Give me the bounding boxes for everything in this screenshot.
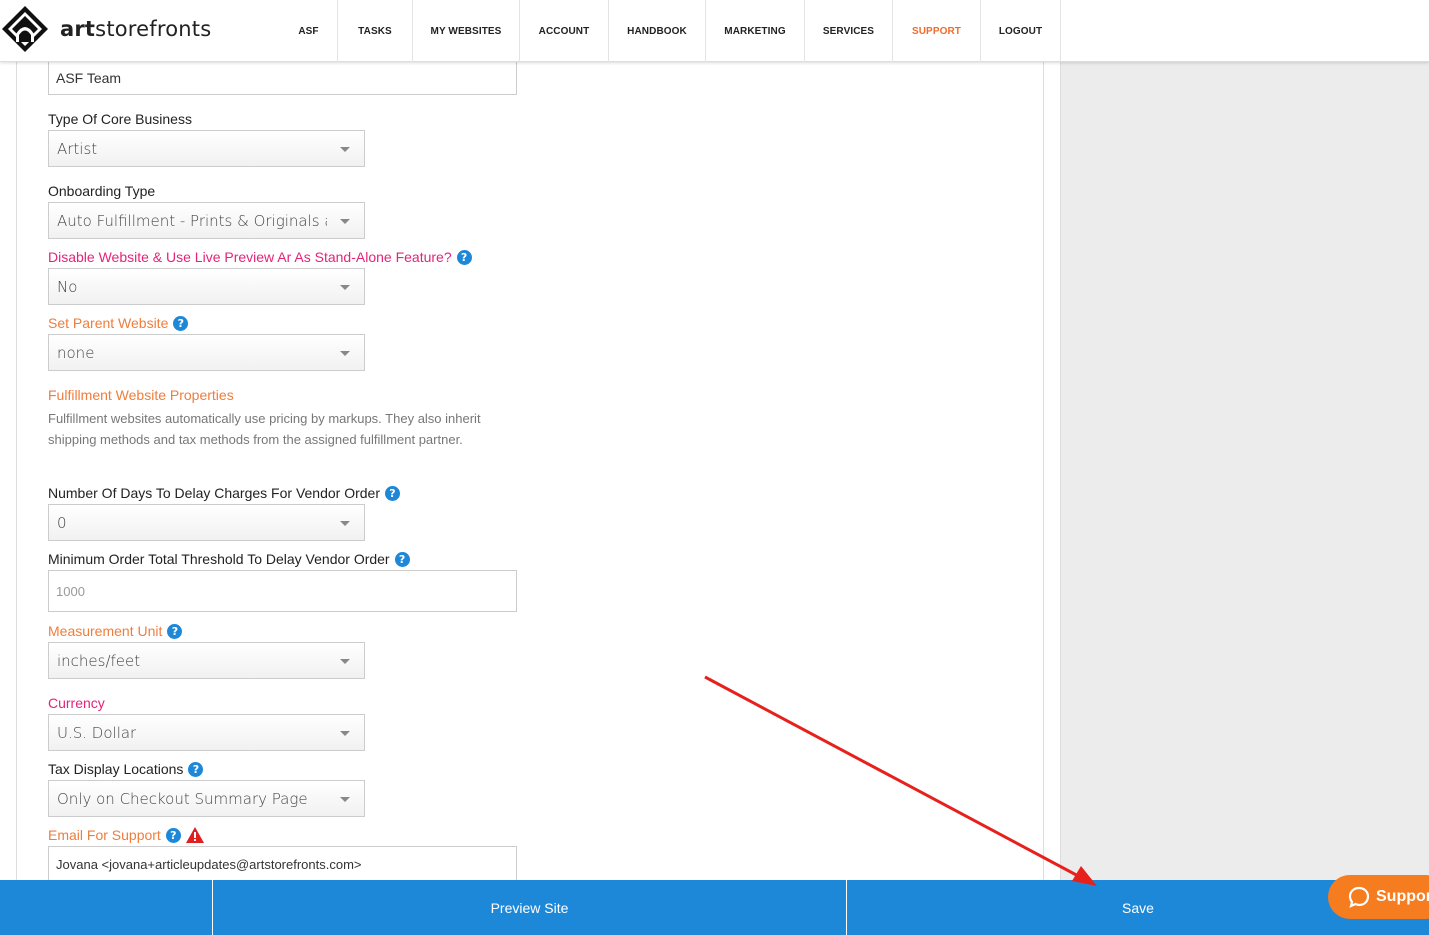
bottom-action-bar: Preview Site Save <box>0 880 1429 935</box>
core-business-label: Type Of Core Business <box>48 111 192 127</box>
fulfillment-properties-heading: Fulfillment Website Properties <box>48 387 234 403</box>
help-icon[interactable]: ? <box>165 827 181 843</box>
disable-website-label: Disable Website & Use Live Preview Ar As… <box>48 249 472 265</box>
nav-logout[interactable]: LOGOUT <box>981 0 1061 62</box>
delay-days-label: Number Of Days To Delay Charges For Vend… <box>48 485 400 501</box>
nav-tasks[interactable]: TASKS <box>338 0 413 62</box>
fulfillment-description: Fulfillment websites automatically use p… <box>48 411 481 447</box>
warning-icon <box>185 827 204 843</box>
chevron-down-icon <box>340 659 350 664</box>
nav-account[interactable]: ACCOUNT <box>520 0 609 62</box>
tax-display-select[interactable]: Only on Checkout Summary Page <box>48 780 365 817</box>
help-icon[interactable]: ? <box>394 551 410 567</box>
nav-my-websites[interactable]: MY WEBSITES <box>413 0 520 62</box>
nav-marketing[interactable]: MARKETING <box>706 0 805 62</box>
chevron-down-icon <box>340 351 350 356</box>
brand-logo[interactable]: artstorefronts <box>0 4 211 54</box>
onboarding-type-select[interactable]: Auto Fulfillment - Prints & Originals an… <box>48 202 365 239</box>
help-icon[interactable]: ? <box>167 623 183 639</box>
disable-website-select[interactable]: No <box>48 268 365 305</box>
measurement-unit-label: Measurement Unit? <box>48 623 183 639</box>
measurement-unit-select[interactable]: inches/feet <box>48 642 365 679</box>
min-threshold-label: Minimum Order Total Threshold To Delay V… <box>48 551 410 567</box>
tax-display-label: Tax Display Locations? <box>48 761 204 777</box>
nav-services[interactable]: SERVICES <box>805 0 893 62</box>
top-header: artstorefronts ASF TASKS MY WEBSITES ACC… <box>0 0 1429 62</box>
email-support-label: Email For Support? <box>48 827 204 843</box>
help-icon[interactable]: ? <box>385 485 400 501</box>
content-right-border <box>1043 62 1044 880</box>
chevron-down-icon <box>340 285 350 290</box>
currency-label: Currency <box>48 695 105 711</box>
artstorefronts-logo-icon <box>2 6 48 52</box>
chevron-down-icon <box>340 797 350 802</box>
chevron-down-icon <box>340 219 350 224</box>
onboarding-type-label: Onboarding Type <box>48 183 156 199</box>
help-icon[interactable]: ? <box>188 761 204 777</box>
min-threshold-input[interactable]: 1000 <box>48 570 517 612</box>
chevron-down-icon <box>340 147 350 152</box>
bottom-bar-spacer <box>0 880 213 935</box>
email-support-input[interactable]: Jovana <jovana+articleupdates@artstorefr… <box>48 846 517 882</box>
nav-asf[interactable]: ASF <box>280 0 338 62</box>
chevron-down-icon <box>340 731 350 736</box>
help-icon[interactable]: ? <box>456 249 472 265</box>
nav-support[interactable]: SUPPORT <box>893 0 981 62</box>
chat-bubble-icon <box>1348 886 1370 908</box>
content-left-border <box>16 62 17 880</box>
team-name-input[interactable]: ASF Team <box>48 62 517 95</box>
parent-website-select[interactable]: none <box>48 334 365 371</box>
support-chat-button[interactable]: Support <box>1328 875 1429 919</box>
chevron-down-icon <box>340 521 350 526</box>
side-panel <box>1060 62 1429 880</box>
brand-name: artstorefronts <box>60 17 212 41</box>
main-nav: ASF TASKS MY WEBSITES ACCOUNT HANDBOOK M… <box>280 0 1061 62</box>
delay-days-select[interactable]: 0 <box>48 504 365 541</box>
help-icon[interactable]: ? <box>173 315 189 331</box>
currency-select[interactable]: U.S. Dollar <box>48 714 365 751</box>
core-business-select[interactable]: Artist <box>48 130 365 167</box>
preview-site-button[interactable]: Preview Site <box>213 880 847 935</box>
parent-website-label: Set Parent Website? <box>48 315 189 331</box>
nav-handbook[interactable]: HANDBOOK <box>609 0 706 62</box>
